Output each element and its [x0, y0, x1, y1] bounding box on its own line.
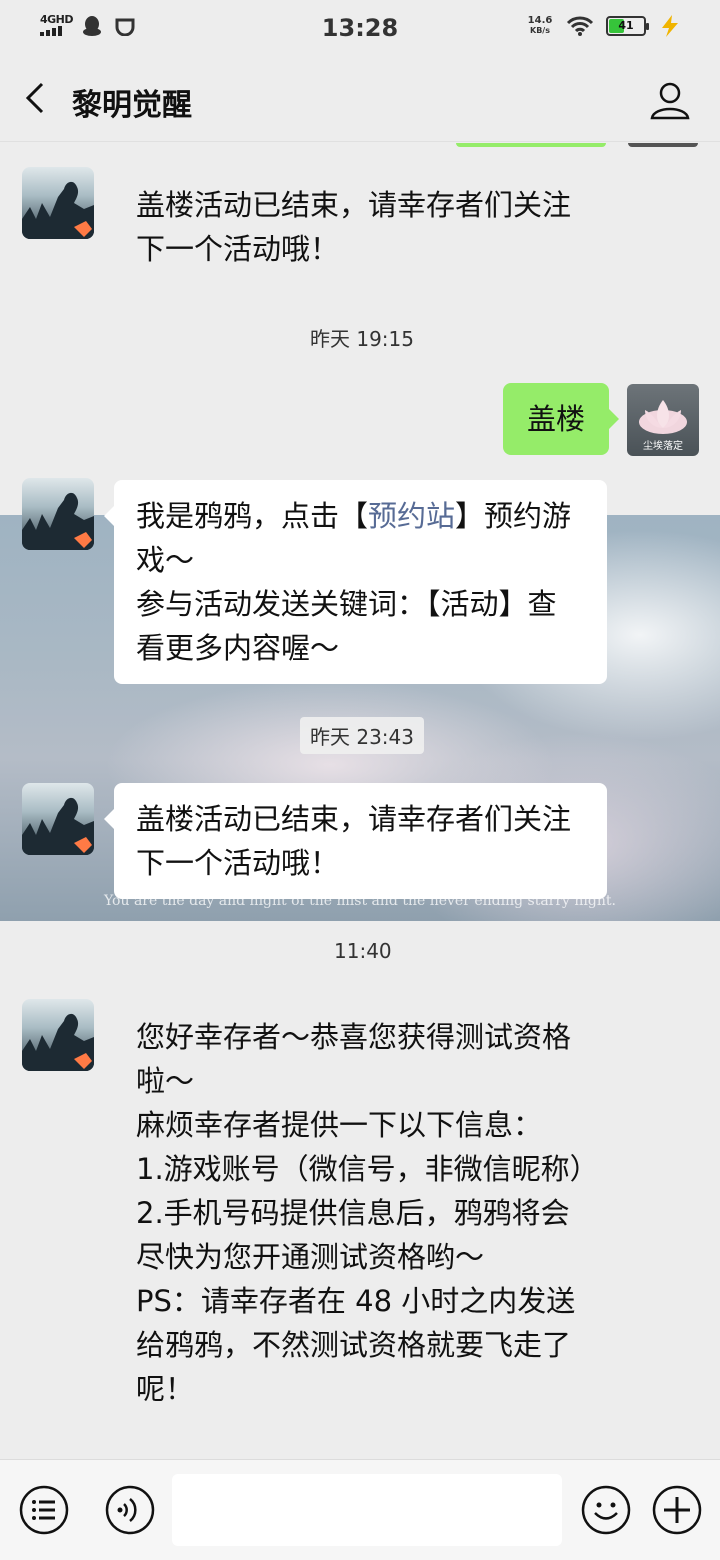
input-bar — [0, 1459, 720, 1560]
voice-icon[interactable] — [104, 1484, 156, 1536]
chat-area[interactable]: You are the day and night of the mist an… — [0, 143, 720, 1459]
speed-unit: KB/s — [530, 26, 550, 35]
add-icon[interactable] — [651, 1484, 703, 1536]
page-title: 黎明觉醒 — [72, 88, 192, 123]
battery-level: 41 — [618, 19, 634, 32]
status-bar: 4GHD 13:28 14.6 KB/s 41 — [0, 0, 720, 56]
charging-icon — [662, 15, 678, 37]
speed-value: 14.6 — [527, 15, 553, 26]
bot-avatar[interactable] — [22, 167, 94, 239]
reservation-link[interactable]: 预约站 — [368, 499, 455, 533]
previous-avatar-edge — [628, 143, 698, 147]
avatar-caption: 尘埃落定 — [643, 441, 683, 452]
previous-message-edge — [456, 143, 606, 147]
message-bubble-received[interactable]: 我是鸦鸦，点击【预约站】预约游 戏～ 参与活动发送关键词：【活动】查 看更多内容… — [104, 480, 607, 684]
timestamp: 昨天 23:43 — [300, 717, 424, 754]
message-text[interactable]: 您好幸存者～恭喜您获得测试资格 啦～ 麻烦幸存者提供一下以下信息： 1.游戏账号… — [136, 1015, 599, 1411]
message-input[interactable] — [172, 1474, 562, 1546]
battery-icon: 41 — [606, 16, 649, 36]
user-avatar[interactable]: 尘埃落定 — [627, 384, 699, 456]
timestamp: 昨天 19:15 — [310, 327, 414, 351]
survivor-avatar-icon — [22, 797, 94, 855]
bot-avatar[interactable] — [22, 783, 94, 855]
message-bubble-sent[interactable]: 盖楼 — [503, 383, 620, 455]
message-bubble-received[interactable]: 盖楼活动已结束，请幸存者们关注 下一个活动哦！ — [104, 783, 607, 899]
survivor-avatar-icon — [22, 1013, 94, 1071]
network-speed: 14.6 KB/s — [526, 16, 554, 36]
message-text[interactable]: 盖楼活动已结束，请幸存者们关注 下一个活动哦！ — [136, 183, 571, 271]
chat-header: 黎明觉醒 — [0, 56, 720, 142]
profile-icon[interactable] — [648, 78, 692, 122]
timestamp: 11:40 — [334, 939, 392, 963]
menu-list-icon[interactable] — [18, 1484, 70, 1536]
bot-avatar[interactable] — [22, 478, 94, 550]
survivor-avatar-icon — [22, 492, 94, 550]
wifi-icon — [566, 16, 594, 36]
emoji-icon[interactable] — [580, 1484, 632, 1536]
survivor-avatar-icon — [22, 181, 94, 239]
back-button[interactable] — [18, 78, 58, 118]
status-right: 14.6 KB/s 41 — [526, 14, 682, 38]
bot-avatar[interactable] — [22, 999, 94, 1071]
